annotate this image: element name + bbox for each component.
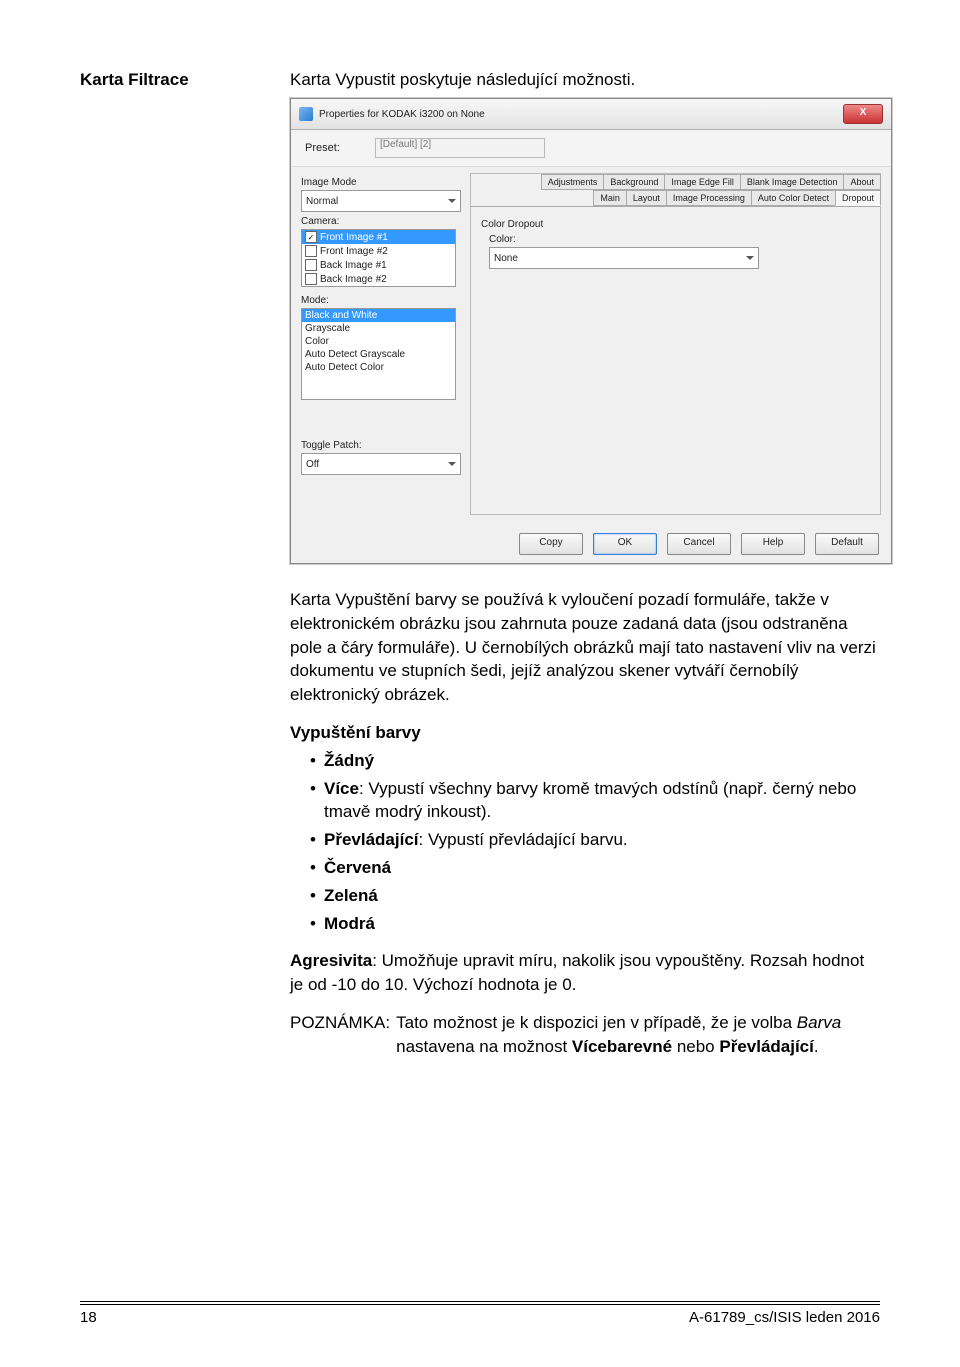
tab-about[interactable]: About bbox=[843, 174, 881, 190]
options-list: Žádný Více: Vypustí všechny barvy kromě … bbox=[290, 749, 880, 936]
tab-background[interactable]: Background bbox=[603, 174, 665, 190]
list-item-bold: Žádný bbox=[324, 751, 374, 770]
note-text: Tato možnost je k dispozici jen v případ… bbox=[396, 1011, 880, 1059]
checkbox-icon[interactable] bbox=[305, 259, 317, 271]
checkbox-icon[interactable]: ✓ bbox=[305, 231, 317, 243]
preset-input[interactable]: [Default] [2] bbox=[375, 138, 545, 158]
tab-main[interactable]: Main bbox=[593, 190, 627, 206]
camera-item-label: Back Image #2 bbox=[320, 274, 387, 285]
color-dropout-group-label: Color Dropout bbox=[481, 219, 870, 230]
section-title-left: Karta Filtrace bbox=[80, 70, 280, 90]
tab-dropout[interactable]: Dropout bbox=[835, 190, 881, 206]
page-number: 18 bbox=[80, 1309, 97, 1326]
camera-item[interactable]: ✓ Front Image #1 bbox=[302, 230, 455, 244]
camera-item[interactable]: Back Image #2 bbox=[302, 272, 455, 286]
note-text-end: . bbox=[814, 1037, 819, 1056]
tab-layout[interactable]: Layout bbox=[626, 190, 667, 206]
list-item-bold: Více bbox=[324, 779, 359, 798]
paragraph-aggressivity: Agresivita: Umožňuje upravit míru, nakol… bbox=[290, 949, 880, 997]
note-text-mid: nastavena na možnost bbox=[396, 1037, 572, 1056]
camera-item-label: Front Image #2 bbox=[320, 246, 388, 257]
list-item: Více: Vypustí všechny barvy kromě tmavýc… bbox=[310, 777, 880, 825]
chevron-down-icon bbox=[448, 199, 456, 203]
camera-item-label: Back Image #1 bbox=[320, 260, 387, 271]
tab-auto-color-detect[interactable]: Auto Color Detect bbox=[751, 190, 836, 206]
list-item: Modrá bbox=[310, 912, 880, 936]
list-item-bold: Zelená bbox=[324, 886, 378, 905]
dialog-titlebar: Properties for KODAK i3200 on None X bbox=[291, 99, 891, 130]
close-button[interactable]: X bbox=[843, 104, 883, 124]
copy-button[interactable]: Copy bbox=[519, 533, 583, 555]
chevron-down-icon bbox=[746, 256, 754, 260]
camera-item[interactable]: Front Image #2 bbox=[302, 244, 455, 258]
aggressivity-rest: : Umožňuje upravit míru, nakolik jsou vy… bbox=[290, 951, 864, 994]
camera-label: Camera: bbox=[301, 216, 456, 227]
checkbox-icon[interactable] bbox=[305, 273, 317, 285]
note-text-italic: Barva bbox=[797, 1013, 841, 1032]
note-text-bold2: Převládající bbox=[719, 1037, 814, 1056]
checkbox-icon[interactable] bbox=[305, 245, 317, 257]
list-item-bold: Modrá bbox=[324, 914, 375, 933]
color-value: None bbox=[494, 253, 518, 264]
mode-item[interactable]: Auto Detect Color bbox=[302, 361, 455, 374]
mode-item[interactable]: Auto Detect Grayscale bbox=[302, 348, 455, 361]
list-item-rest: : Vypustí převládající barvu. bbox=[419, 830, 628, 849]
cancel-button[interactable]: Cancel bbox=[667, 533, 731, 555]
color-dropout-combo[interactable]: None bbox=[489, 247, 759, 269]
list-item: Zelená bbox=[310, 884, 880, 908]
camera-item[interactable]: Back Image #1 bbox=[302, 258, 455, 272]
paragraph-intro: Karta Vypuštění barvy se používá k vylou… bbox=[290, 588, 880, 707]
mode-item[interactable]: Black and White bbox=[302, 309, 455, 322]
list-item-bold: Převládající bbox=[324, 830, 419, 849]
preset-label: Preset: bbox=[305, 142, 375, 154]
section-intro: Karta Vypustit poskytuje následující mož… bbox=[280, 70, 880, 90]
subtitle-dropout: Vypuštění barvy bbox=[290, 721, 880, 745]
default-button[interactable]: Default bbox=[815, 533, 879, 555]
list-item: Červená bbox=[310, 856, 880, 880]
image-mode-value: Normal bbox=[306, 196, 338, 207]
toggle-patch-value: Off bbox=[306, 459, 319, 470]
list-item: Převládající: Vypustí převládající barvu… bbox=[310, 828, 880, 852]
dialog-title: Properties for KODAK i3200 on None bbox=[319, 109, 485, 120]
note-text-pre: Tato možnost je k dispozici jen v případ… bbox=[396, 1013, 797, 1032]
image-mode-label: Image Mode bbox=[301, 177, 456, 188]
toggle-patch-combo[interactable]: Off bbox=[301, 453, 461, 475]
list-item-rest: : Vypustí všechny barvy kromě tmavých od… bbox=[324, 779, 856, 822]
camera-list[interactable]: ✓ Front Image #1 Front Image #2 Back Ima… bbox=[301, 229, 456, 287]
aggressivity-bold: Agresivita bbox=[290, 951, 372, 970]
note-text-or: nebo bbox=[672, 1037, 719, 1056]
image-mode-combo[interactable]: Normal bbox=[301, 190, 461, 212]
ok-button[interactable]: OK bbox=[593, 533, 657, 555]
tab-image-processing[interactable]: Image Processing bbox=[666, 190, 752, 206]
app-icon bbox=[299, 107, 313, 121]
page-footer: 18 A-61789_cs/ISIS leden 2016 bbox=[80, 1301, 880, 1326]
mode-label: Mode: bbox=[301, 295, 456, 306]
list-item: Žádný bbox=[310, 749, 880, 773]
tab-blank-image-detection[interactable]: Blank Image Detection bbox=[740, 174, 845, 190]
list-item-bold: Červená bbox=[324, 858, 391, 877]
mode-item[interactable]: Grayscale bbox=[302, 322, 455, 335]
help-button[interactable]: Help bbox=[741, 533, 805, 555]
mode-item[interactable]: Color bbox=[302, 335, 455, 348]
note: POZNÁMKA: Tato možnost je k dispozici je… bbox=[290, 1011, 880, 1059]
properties-dialog: Properties for KODAK i3200 on None X Pre… bbox=[290, 98, 892, 564]
mode-list[interactable]: Black and White Grayscale Color Auto Det… bbox=[301, 308, 456, 400]
color-label: Color: bbox=[489, 234, 870, 245]
note-label: POZNÁMKA: bbox=[290, 1011, 390, 1059]
doc-id: A-61789_cs/ISIS leden 2016 bbox=[689, 1309, 880, 1326]
camera-item-label: Front Image #1 bbox=[320, 232, 388, 243]
note-text-bold1: Vícebarevné bbox=[572, 1037, 672, 1056]
tab-adjustments[interactable]: Adjustments bbox=[541, 174, 605, 190]
tab-image-edge-fill[interactable]: Image Edge Fill bbox=[664, 174, 741, 190]
chevron-down-icon bbox=[448, 462, 456, 466]
toggle-patch-label: Toggle Patch: bbox=[301, 440, 456, 451]
